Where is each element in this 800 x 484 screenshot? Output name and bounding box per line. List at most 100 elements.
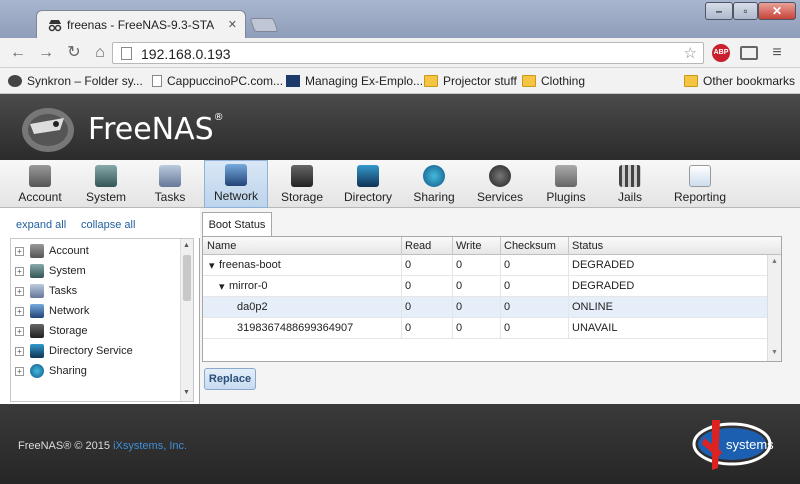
tree-item-system[interactable]: + System	[15, 261, 86, 281]
tree-item-directory-service[interactable]: + Directory Service	[15, 341, 133, 361]
col-divider	[568, 237, 569, 255]
col-checksum[interactable]: Checksum	[504, 240, 556, 252]
tree-item-account[interactable]: + Account	[15, 241, 89, 261]
replace-button[interactable]: Replace	[204, 368, 256, 390]
freenas-logo-icon	[22, 108, 74, 152]
browser-tab[interactable]: freenas - FreeNAS-9.3-STA ✕	[36, 10, 246, 38]
main-nav: Account System Tasks Network Storage Dir…	[0, 160, 800, 208]
nav-storage[interactable]: Storage	[272, 160, 332, 208]
synkron-icon	[8, 75, 22, 87]
expand-icon[interactable]: +	[15, 286, 24, 296]
minimize-button[interactable]: –	[705, 2, 733, 20]
expand-icon[interactable]: +	[15, 366, 24, 376]
scroll-up-icon[interactable]: ▲	[771, 258, 778, 265]
col-write[interactable]: Write	[456, 240, 481, 252]
system-icon	[30, 264, 44, 278]
scroll-up-icon[interactable]: ▲	[183, 242, 190, 249]
ixsystems-link[interactable]: iXsystems, Inc.	[113, 440, 187, 452]
bookmark-projector[interactable]: Projector stuff	[424, 74, 517, 88]
address-bar[interactable]: 192.168.0.193 ☆	[112, 42, 704, 64]
cast-icon[interactable]	[740, 46, 758, 60]
col-read[interactable]: Read	[405, 240, 431, 252]
col-line	[401, 255, 402, 339]
reporting-icon	[689, 165, 711, 187]
expand-all-link[interactable]: expand all	[16, 219, 66, 231]
incognito-icon	[48, 20, 62, 32]
ixsystems-logo-icon: systems	[692, 420, 774, 470]
new-tab-button[interactable]	[249, 18, 279, 32]
nav-services[interactable]: Services	[468, 160, 532, 208]
scroll-down-icon[interactable]: ▼	[771, 349, 778, 356]
grid-scrollbar[interactable]: ▲ ▼	[767, 255, 781, 361]
collapse-icon[interactable]: ▾	[219, 280, 225, 293]
nav-sharing[interactable]: Sharing	[404, 160, 464, 208]
bookmark-managing[interactable]: Managing Ex-Emplo...	[286, 74, 423, 88]
col-name[interactable]: Name	[207, 240, 236, 252]
col-divider	[452, 237, 453, 255]
nav-account[interactable]: Account	[8, 160, 72, 208]
menu-icon[interactable]: ≡	[768, 44, 786, 62]
reload-icon[interactable]: ↻	[64, 44, 84, 62]
home-icon[interactable]: ⌂	[90, 44, 110, 62]
tree-item-tasks[interactable]: + Tasks	[15, 281, 77, 301]
expand-icon[interactable]: +	[15, 246, 24, 256]
nav-tasks[interactable]: Tasks	[140, 160, 200, 208]
collapse-all-link[interactable]: collapse all	[81, 219, 135, 231]
services-icon	[489, 165, 511, 187]
expand-icon[interactable]: +	[15, 326, 24, 336]
grid-header: Name Read Write Checksum Status	[203, 237, 781, 255]
maximize-button[interactable]: ▫	[733, 2, 758, 20]
tasks-icon	[159, 165, 181, 187]
bookmark-clothing[interactable]: Clothing	[522, 74, 585, 88]
col-status[interactable]: Status	[572, 240, 603, 252]
folder-icon	[684, 75, 698, 87]
app-footer: FreeNAS® © 2015 iXsystems, Inc. systems	[0, 404, 800, 484]
network-icon	[30, 304, 44, 318]
close-tab-icon[interactable]: ✕	[228, 18, 237, 31]
scroll-thumb[interactable]	[183, 255, 191, 301]
tree-item-sharing[interactable]: + Sharing	[15, 361, 87, 381]
tree-item-network[interactable]: + Network	[15, 301, 89, 321]
nav-jails[interactable]: Jails	[600, 160, 660, 208]
url-text: 192.168.0.193	[141, 46, 231, 62]
app-logo-text: FreeNAS®	[88, 112, 224, 147]
table-row[interactable]: da0p2 0 0 0 ONLINE	[203, 297, 781, 318]
back-icon[interactable]: ←	[8, 44, 28, 62]
star-icon[interactable]: ☆	[684, 44, 697, 62]
adblock-icon[interactable]: ABP	[712, 44, 730, 62]
account-icon	[29, 165, 51, 187]
title-bar: freenas - FreeNAS-9.3-STA ✕ – ▫ ✕	[0, 0, 800, 38]
left-panel: expand all collapse all + Account + System…	[0, 208, 200, 404]
table-row[interactable]: 3198367488699364907 0 0 0 UNAVAIL	[203, 318, 781, 339]
col-divider	[401, 237, 402, 255]
bookmark-cappuccinopc[interactable]: CappuccinoPC.com...	[152, 74, 283, 88]
tree-controls: expand all collapse all	[0, 208, 200, 238]
tree-item-storage[interactable]: + Storage	[15, 321, 88, 341]
star-logo-icon	[286, 75, 300, 87]
app-header: FreeNAS®	[0, 94, 800, 160]
bookmark-synkron[interactable]: Synkron – Folder sy...	[8, 74, 143, 88]
nav-system[interactable]: System	[76, 160, 136, 208]
forward-icon[interactable]: →	[36, 44, 56, 62]
storage-icon	[30, 324, 44, 338]
scroll-down-icon[interactable]: ▼	[183, 389, 190, 396]
col-line	[500, 255, 501, 339]
nav-reporting[interactable]: Reporting	[664, 160, 736, 208]
nav-network[interactable]: Network	[204, 160, 268, 208]
expand-icon[interactable]: +	[15, 306, 24, 316]
expand-icon[interactable]: +	[15, 266, 24, 276]
ixsystems-logo-text: systems	[726, 437, 774, 452]
nav-plugins[interactable]: Plugins	[536, 160, 596, 208]
tree-scrollbar[interactable]: ▲ ▼	[180, 239, 193, 401]
table-row[interactable]: ▾ freenas-boot 0 0 0 DEGRADED	[203, 255, 781, 276]
table-row[interactable]: ▾ mirror-0 0 0 0 DEGRADED	[203, 276, 781, 297]
network-icon	[225, 164, 247, 186]
collapse-icon[interactable]: ▾	[209, 259, 215, 272]
bookmark-other[interactable]: Other bookmarks	[684, 74, 795, 88]
tab-boot-status[interactable]: Boot Status	[202, 212, 272, 236]
nav-directory[interactable]: Directory	[336, 160, 400, 208]
browser-window: freenas - FreeNAS-9.3-STA ✕ – ▫ ✕ ← → ↻ …	[0, 0, 800, 484]
sharing-icon	[423, 165, 445, 187]
expand-icon[interactable]: +	[15, 346, 24, 356]
close-window-button[interactable]: ✕	[758, 2, 796, 20]
